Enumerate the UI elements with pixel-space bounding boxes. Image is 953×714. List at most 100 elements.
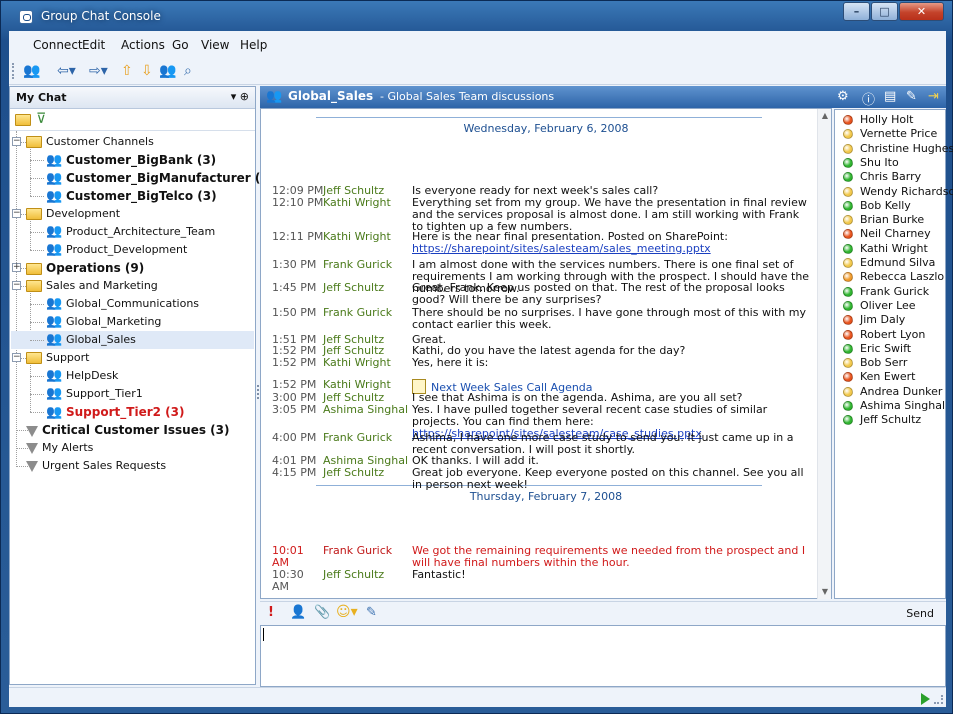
members-icon[interactable]: ⚙ [837, 89, 849, 104]
expand-icon[interactable]: + [12, 263, 21, 272]
message-sender[interactable]: Kathi Wright [323, 197, 413, 209]
member-item[interactable]: Andrea Dunker [843, 385, 942, 399]
member-item[interactable]: Rebecca Laszlo [843, 270, 944, 284]
member-item[interactable]: Vernette Price [843, 127, 937, 141]
message-sender[interactable]: Ashima Singhal [323, 404, 413, 416]
tree-item[interactable]: 👥 Customer_BigManufacturer (2) [46, 169, 274, 187]
add-group-icon[interactable]: 👥 [23, 61, 40, 81]
close-button[interactable]: ✕ [899, 2, 944, 21]
menu-connect[interactable]: Connect [33, 38, 83, 52]
search-icon[interactable]: ⌕ [184, 61, 192, 81]
tree-item[interactable]: 👥 Global_Communications [46, 295, 199, 313]
tree-item[interactable]: Customer Channels [26, 133, 154, 151]
message-input[interactable] [260, 625, 946, 687]
tree-item[interactable]: 👥 Product_Architecture_Team [46, 223, 215, 241]
member-item[interactable]: Bob Serr [843, 356, 907, 370]
collapse-icon[interactable]: − [12, 137, 21, 146]
maximize-button[interactable]: □ [871, 2, 898, 21]
send-button[interactable]: Send [906, 607, 934, 620]
tree-item[interactable]: Development [26, 205, 120, 223]
collapse-icon[interactable]: − [12, 209, 21, 218]
new-folder-icon[interactable] [15, 114, 31, 126]
tree-item[interactable]: 👥 Global_Marketing [46, 313, 161, 331]
tree-item[interactable]: My Alerts [26, 439, 93, 457]
member-item[interactable]: Christine Hughes [843, 142, 953, 156]
down-icon[interactable]: ⇩ [141, 61, 153, 81]
member-item[interactable]: Frank Gurick [843, 285, 929, 299]
tree-item[interactable]: Operations (9) [26, 259, 144, 277]
menu-help[interactable]: Help [240, 38, 267, 52]
member-item[interactable]: Ashima Singhal [843, 399, 945, 413]
member-name: Holly Holt [860, 113, 914, 126]
message-sender[interactable]: Frank Gurick [323, 432, 413, 444]
emoticon-icon[interactable]: ☺▾ [336, 604, 358, 620]
tree-item[interactable]: Critical Customer Issues (3) [26, 421, 229, 439]
leave-icon[interactable]: ⇥ [928, 89, 939, 104]
back-icon[interactable]: ⇦▾ [57, 61, 76, 81]
tree-item[interactable]: 👥 Support_Tier1 [46, 385, 143, 403]
group-settings-icon[interactable]: 👥 [159, 61, 176, 81]
up-icon[interactable]: ⇧ [121, 61, 133, 81]
member-item[interactable]: Chris Barry [843, 170, 921, 184]
member-item[interactable]: Edmund Silva [843, 256, 935, 270]
menu-actions[interactable]: Actions [121, 38, 165, 52]
member-item[interactable]: Kathi Wright [843, 242, 928, 256]
member-item[interactable]: Oliver Lee [843, 299, 916, 313]
message-sender[interactable]: Kathi Wright [323, 231, 413, 243]
member-item[interactable]: Jim Daly [843, 313, 905, 327]
member-item[interactable]: Robert Lyon [843, 328, 925, 342]
member-item[interactable]: Holly Holt [843, 113, 914, 127]
tree-item[interactable]: 👥 Global_Sales [46, 331, 136, 349]
member-item[interactable]: Neil Charney [843, 227, 931, 241]
tree-item[interactable]: Sales and Marketing [26, 277, 158, 295]
scroll-up-icon[interactable]: ▲ [818, 109, 832, 123]
menu-go[interactable]: Go [172, 38, 189, 52]
member-item[interactable]: Bob Kelly [843, 199, 911, 213]
collapse-icon[interactable]: − [12, 281, 21, 290]
message-sender[interactable]: Kathi Wright [323, 379, 413, 391]
forward-icon[interactable]: ⇨▾ [89, 61, 108, 81]
list-icon[interactable]: ▤ [884, 89, 896, 104]
member-item[interactable]: Wendy Richardson [843, 185, 953, 199]
message-link[interactable]: https://sharepoint/sites/salesteam/sales… [412, 242, 711, 255]
tree-connector [30, 196, 44, 197]
toolbar-grip[interactable] [12, 63, 15, 79]
pane-splitter[interactable] [257, 385, 259, 399]
message-sender[interactable]: Jeff Schultz [323, 282, 413, 294]
message-sender[interactable]: Kathi Wright [323, 357, 413, 369]
toolbar: 👥 ⇦▾ ⇨▾ ⇧ ⇩ 👥 ⌕ [9, 57, 946, 85]
contact-icon[interactable]: 👤 [290, 605, 306, 620]
scroll-down-icon[interactable]: ▼ [818, 585, 832, 599]
member-item[interactable]: Shu Ito [843, 156, 899, 170]
chat-scrollbar[interactable]: ▲ ▼ [817, 109, 831, 599]
collapse-icon[interactable]: − [12, 353, 21, 362]
member-item[interactable]: Eric Swift [843, 342, 911, 356]
tree-item[interactable]: Support [26, 349, 89, 367]
attach-icon[interactable]: 📎 [314, 605, 330, 620]
tree-item[interactable]: 👥 Customer_BigBank (3) [46, 151, 216, 169]
minimize-button[interactable]: – [843, 2, 870, 21]
tree-item[interactable]: Urgent Sales Requests [26, 457, 166, 475]
member-item[interactable]: Brian Burke [843, 213, 924, 227]
message-sender[interactable]: Jeff Schultz [323, 569, 413, 581]
message-sender[interactable]: Frank Gurick [323, 307, 413, 319]
tree-item[interactable]: 👥 Product_Development [46, 241, 187, 259]
menu-edit[interactable]: Edit [82, 38, 105, 52]
story-icon[interactable]: ✎ [366, 605, 377, 620]
tree-item[interactable]: 👥 HelpDesk [46, 367, 118, 385]
new-filter-icon[interactable]: ⊽ [36, 111, 46, 127]
message-sender[interactable]: Frank Gurick [323, 545, 413, 557]
member-item[interactable]: Jeff Schultz [843, 413, 921, 427]
menu-view[interactable]: View [201, 38, 229, 52]
info-icon[interactable]: ⓘ [862, 89, 875, 108]
play-icon[interactable] [921, 693, 930, 705]
urgent-icon[interactable]: ! [268, 605, 274, 620]
member-item[interactable]: Ken Ewert [843, 370, 915, 384]
message-sender[interactable]: Frank Gurick [323, 259, 413, 271]
tree-item[interactable]: 👥 Customer_BigTelco (3) [46, 187, 217, 205]
message-sender[interactable]: Jeff Schultz [323, 467, 413, 479]
tree-item[interactable]: 👥 Support_Tier2 (3) [46, 403, 184, 421]
pane-options[interactable]: ▾ ⊕ [231, 90, 249, 103]
edit-icon[interactable]: ✎ [906, 89, 917, 104]
resize-grip[interactable] [934, 695, 943, 704]
